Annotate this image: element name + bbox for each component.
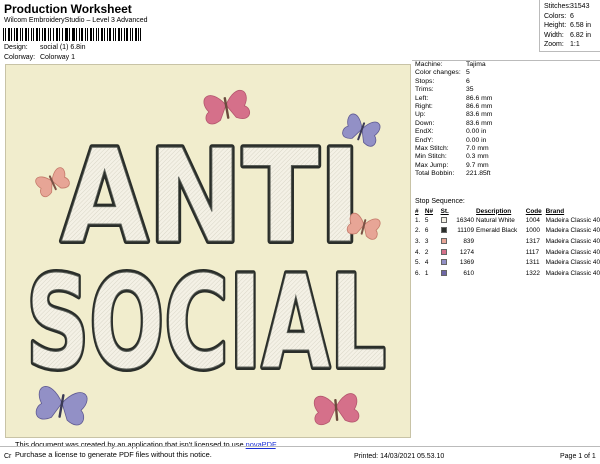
- thread-description: Emerald Black: [476, 227, 518, 235]
- colorway-label: Colorway:: [4, 54, 36, 61]
- stop-sequence-table: # N# St. Description Code Brand 1. 5 16340…: [415, 207, 600, 279]
- color-swatch: [440, 248, 447, 255]
- table-row: 1. 5 16340 Natural White 1004 Madeira Classic…: [415, 215, 600, 226]
- needle-number: 4: [424, 259, 429, 267]
- thread-description: [476, 236, 526, 247]
- thread-code: 1317: [525, 237, 540, 245]
- design-label: Design:: [4, 44, 28, 51]
- stat-row: Machine: Tajima: [415, 61, 486, 68]
- needle-number: 2: [424, 248, 429, 256]
- stat-row: Down: 83.6 mm: [415, 119, 493, 127]
- summary-row: Zoom: 1:1: [544, 41, 580, 48]
- thread-brand: Madeira Classic 40: [545, 248, 600, 256]
- thread-code: 1117: [525, 248, 540, 256]
- color-swatch: [440, 227, 447, 234]
- color-swatch: [440, 237, 447, 244]
- thread-description: Natural White: [476, 216, 515, 224]
- design-text-social-inline: SOCIAL: [26, 249, 386, 398]
- thread-code: 1311: [525, 259, 540, 267]
- worksheet-header: Production Worksheet Wilcom EmbroiderySt…: [0, 0, 600, 64]
- page-footer: Cr Printed: 14/03/2021 05.53.10 Page 1 o…: [0, 446, 600, 464]
- stat-row: Color changes: 5: [415, 69, 470, 77]
- stat-row: Max Jump: 9.7 mm: [415, 161, 489, 169]
- stitch-count: 610: [440, 268, 476, 279]
- design-preview: ANTI ANTI SOCIAL SOCIAL: [5, 64, 411, 438]
- design-row: Design: social (1) 6.8in: [4, 44, 86, 51]
- summary-row: Colors: 6: [544, 12, 574, 20]
- table-row: 4. 2 1274 1117 Madeira Classic 40: [415, 247, 600, 258]
- printed-timestamp: Printed: 14/03/2021 05.53.10: [354, 453, 445, 460]
- col-header: St.: [440, 207, 449, 215]
- barcode: [3, 28, 141, 41]
- stat-row: EndX: 0.00 in: [415, 128, 487, 136]
- design-value: social (1) 6.8in: [40, 44, 86, 51]
- stat-row: Max Stitch: 7.0 mm: [415, 144, 489, 152]
- thread-brand: Madeira Classic 40: [545, 227, 600, 235]
- row-index: 6.: [415, 269, 421, 277]
- stop-sequence-title: Stop Sequence:: [415, 198, 465, 205]
- colorway-row: Colorway: Colorway 1: [4, 54, 75, 61]
- stitch-count: 1274: [440, 247, 476, 258]
- footer-left: Cr: [4, 453, 12, 460]
- page-number: Page 1 of 1: [560, 453, 596, 460]
- thread-brand: Madeira Classic 40: [545, 259, 600, 267]
- table-row: 6. 1 610 1322 Madeira Classic 40: [415, 268, 600, 279]
- summary-row: Width: 6.82 in: [544, 31, 592, 39]
- table-row: 2. 6 11109 Emerald Black 1000 Madeira Classic…: [415, 226, 600, 237]
- stitch-count: 11109: [440, 226, 476, 237]
- stat-row: EndY: 0.00 in: [415, 136, 487, 144]
- stitch-count: 1369: [440, 257, 476, 268]
- thread-code: 1322: [525, 269, 540, 277]
- col-header: #: [415, 207, 419, 215]
- table-header-row: # N# St. Description Code Brand: [415, 207, 600, 215]
- stat-row: Stops: 6: [415, 77, 470, 85]
- colorway-value: Colorway 1: [40, 54, 76, 61]
- thread-brand: Madeira Classic 40: [545, 237, 600, 245]
- butterfly-icon: [203, 90, 251, 125]
- stitch-count: 839: [440, 236, 476, 247]
- page-title: Production Worksheet: [4, 2, 132, 16]
- needle-number: 6: [424, 227, 429, 235]
- needle-number: 3: [424, 237, 429, 245]
- thread-description: [476, 247, 526, 258]
- row-index: 1.: [415, 216, 421, 224]
- color-swatch: [440, 269, 447, 276]
- needle-number: 5: [424, 216, 429, 224]
- stitch-count: 16340: [440, 215, 476, 226]
- stat-row: Up: 83.6 mm: [415, 111, 493, 119]
- software-subtitle: Wilcom EmbroideryStudio – Level 3 Advanc…: [4, 17, 148, 24]
- color-swatch: [440, 216, 447, 223]
- stat-row: Total Bobbin: 221.85ft: [415, 170, 491, 178]
- thread-description: [476, 257, 526, 268]
- stat-row: Min Stitch: 0.3 mm: [415, 153, 489, 161]
- machine-stats: Machine: Tajima Color changes: 5 Stops: 6 T…: [412, 60, 600, 178]
- needle-number: 1: [424, 269, 429, 277]
- stat-row: Left: 86.6 mm: [415, 94, 493, 102]
- stat-row: Right: 86.6 mm: [415, 102, 493, 110]
- row-index: 5.: [415, 259, 421, 267]
- thread-code: 1004: [525, 216, 540, 224]
- col-header: Description: [476, 207, 512, 215]
- summary-row: Stitches:31543: [544, 3, 590, 10]
- summary-row: Height: 6.58 in: [544, 22, 592, 29]
- col-header: Brand: [545, 207, 565, 215]
- stat-row: Trims: 35: [415, 86, 474, 94]
- embroidery-design: ANTI ANTI SOCIAL SOCIAL: [23, 90, 389, 426]
- table-row: 3. 3 839 1317 Madeira Classic 40: [415, 236, 600, 247]
- row-index: 3.: [415, 237, 421, 245]
- summary-box: Stitches:31543 Colors: 6 Height: 6.58 in W…: [539, 0, 600, 52]
- col-header: Code: [525, 207, 542, 215]
- row-index: 2.: [415, 227, 421, 235]
- thread-brand: Madeira Classic 40: [545, 269, 600, 277]
- table-row: 5. 4 1369 1311 Madeira Classic 40: [415, 257, 600, 268]
- thread-brand: Madeira Classic 40: [545, 216, 600, 224]
- col-header: N#: [424, 207, 434, 215]
- thread-description: [476, 268, 526, 279]
- row-index: 4.: [415, 248, 421, 256]
- thread-code: 1000: [525, 227, 540, 235]
- color-swatch: [440, 259, 447, 266]
